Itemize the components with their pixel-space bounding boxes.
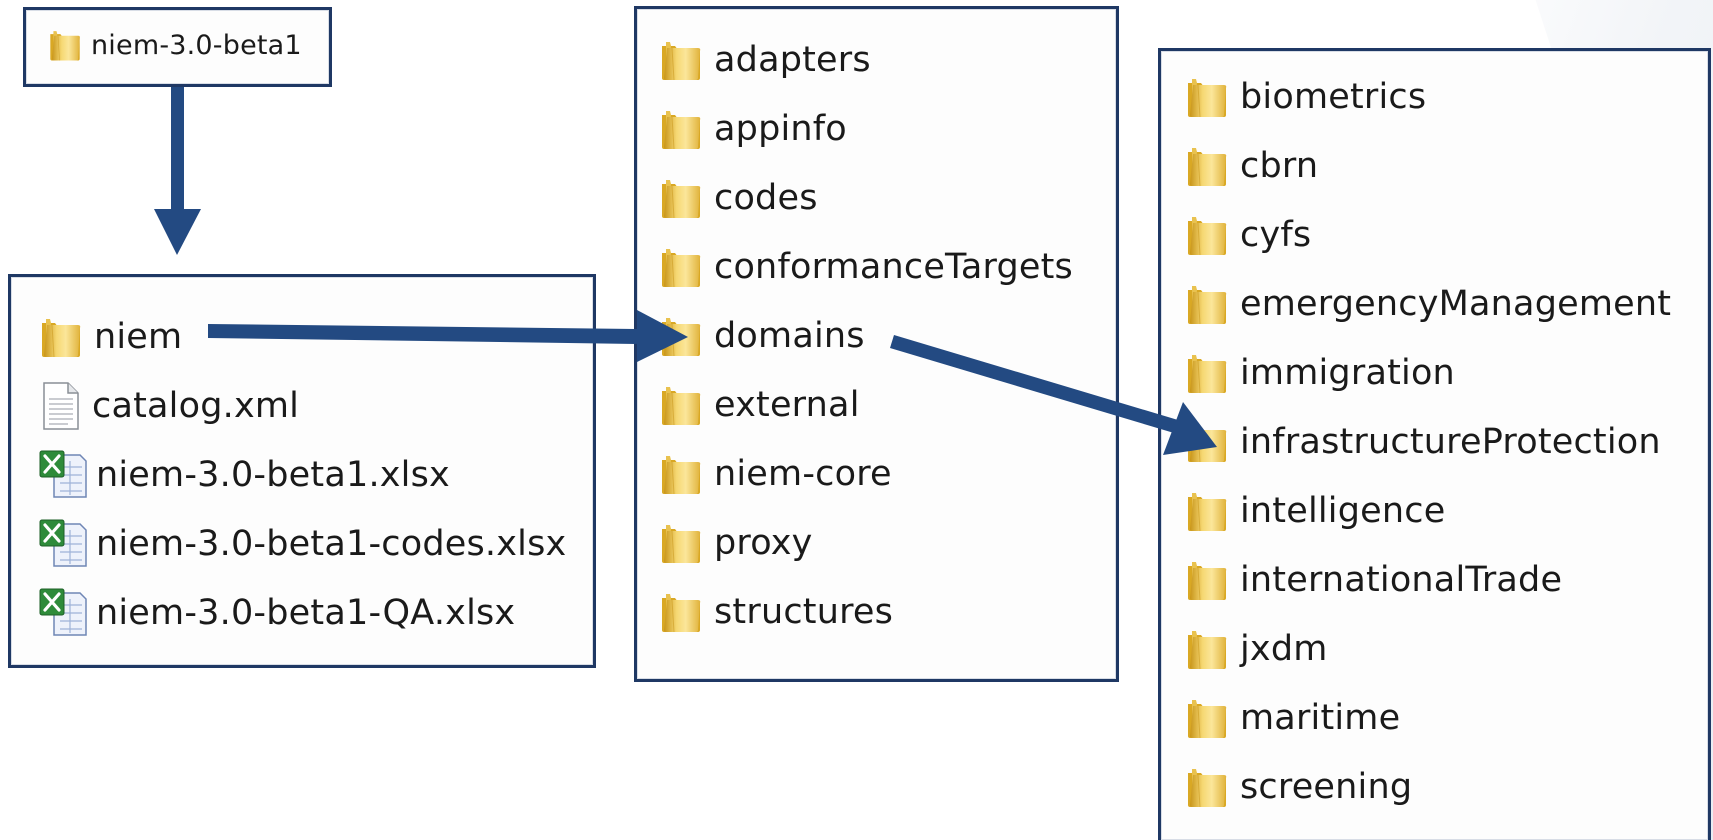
list-item-folder[interactable]: structures (658, 577, 1073, 646)
niem-folder-list: adapters appinfo codes conformanceTarget… (658, 25, 1073, 646)
folder-icon (658, 245, 704, 289)
item-label: adapters (714, 39, 871, 80)
excel-file-icon (38, 518, 90, 570)
arrow-down-shaft (171, 87, 184, 211)
item-label: maritime (1240, 697, 1401, 738)
list-item-catalog-file[interactable]: catalog.xml (38, 371, 566, 440)
list-item-folder[interactable]: intelligence (1184, 476, 1671, 545)
item-label: niem (94, 316, 183, 357)
root-folder-item[interactable]: niem-3.0-beta1 (47, 28, 302, 62)
list-item-codes-xlsx-file[interactable]: niem-3.0-beta1-codes.xlsx (38, 509, 566, 578)
item-label: immigration (1240, 352, 1455, 393)
item-label: jxdm (1240, 628, 1328, 669)
xml-file-icon (38, 381, 82, 431)
folder-icon (1184, 144, 1230, 188)
excel-file-icon (38, 587, 90, 639)
folder-icon (1184, 627, 1230, 671)
item-label: catalog.xml (92, 385, 300, 426)
item-label: screening (1240, 766, 1413, 807)
folder-icon (47, 28, 83, 62)
item-label: codes (714, 177, 818, 218)
folder-icon (38, 315, 84, 359)
folder-icon (1184, 213, 1230, 257)
item-label: biometrics (1240, 76, 1427, 117)
item-label: proxy (714, 522, 813, 563)
list-item-xlsx-file[interactable]: niem-3.0-beta1.xlsx (38, 440, 566, 509)
list-item-folder[interactable]: cbrn (1184, 131, 1671, 200)
list-item-folder[interactable]: maritime (1184, 683, 1671, 752)
root-folder-label: niem-3.0-beta1 (91, 29, 302, 61)
item-label: domains (714, 315, 865, 356)
excel-file-icon (38, 449, 90, 501)
list-item-folder[interactable]: cyfs (1184, 200, 1671, 269)
folder-icon (658, 590, 704, 634)
item-label: niem-3.0-beta1.xlsx (96, 454, 450, 495)
list-item-qa-xlsx-file[interactable]: niem-3.0-beta1-QA.xlsx (38, 578, 566, 647)
folder-icon (658, 521, 704, 565)
item-label: intelligence (1240, 490, 1446, 531)
list-item-niem-folder[interactable]: niem (38, 302, 566, 371)
list-item-folder[interactable]: appinfo (658, 94, 1073, 163)
folder-icon (658, 383, 704, 427)
folder-icon (1184, 351, 1230, 395)
domains-folder-list: biometrics cbrn cyfs emergencyManagement… (1184, 62, 1671, 821)
folder-icon (1184, 765, 1230, 809)
item-label: internationalTrade (1240, 559, 1563, 600)
list-item-folder[interactable]: proxy (658, 508, 1073, 577)
folder-icon (1184, 420, 1230, 464)
folder-icon (1184, 282, 1230, 326)
list-item-folder[interactable]: niem-core (658, 439, 1073, 508)
list-item-folder[interactable]: conformanceTargets (658, 232, 1073, 301)
niem-folder-panel: adapters appinfo codes conformanceTarget… (634, 6, 1119, 682)
list-item-folder[interactable]: screening (1184, 752, 1671, 821)
root-contents-list: niem catalog.xml niem-3.0-beta1.xlsx nie… (38, 302, 566, 647)
list-item-folder[interactable]: jxdm (1184, 614, 1671, 683)
item-label: cyfs (1240, 214, 1312, 255)
folder-icon (1184, 489, 1230, 533)
item-label: external (714, 384, 860, 425)
domains-folder-panel: biometrics cbrn cyfs emergencyManagement… (1158, 48, 1711, 840)
folder-icon (1184, 75, 1230, 119)
list-item-folder[interactable]: biometrics (1184, 62, 1671, 131)
list-item-infrastructure-folder[interactable]: infrastructureProtection (1184, 407, 1671, 476)
item-label: niem-3.0-beta1-codes.xlsx (96, 523, 567, 564)
list-item-folder[interactable]: adapters (658, 25, 1073, 94)
item-label: emergencyManagement (1240, 283, 1672, 324)
folder-icon (1184, 696, 1230, 740)
item-label: niem-core (714, 453, 892, 494)
item-label: conformanceTargets (714, 246, 1073, 287)
item-label: appinfo (714, 108, 847, 149)
folder-icon (1184, 558, 1230, 602)
folder-icon (658, 107, 704, 151)
item-label: cbrn (1240, 145, 1319, 186)
item-label: structures (714, 591, 894, 632)
folder-icon (658, 452, 704, 496)
folder-icon (658, 176, 704, 220)
list-item-folder[interactable]: internationalTrade (1184, 545, 1671, 614)
list-item-folder[interactable]: emergencyManagement (1184, 269, 1671, 338)
list-item-folder[interactable]: immigration (1184, 338, 1671, 407)
folder-icon (658, 314, 704, 358)
folder-icon (658, 38, 704, 82)
root-contents-panel: niem catalog.xml niem-3.0-beta1.xlsx nie… (8, 274, 596, 668)
list-item-folder[interactable]: external (658, 370, 1073, 439)
list-item-domains-folder[interactable]: domains (658, 301, 1073, 370)
item-label: niem-3.0-beta1-QA.xlsx (96, 592, 516, 633)
arrow-down-head (154, 209, 201, 255)
item-label: infrastructureProtection (1240, 421, 1661, 462)
list-item-folder[interactable]: codes (658, 163, 1073, 232)
root-folder-panel: niem-3.0-beta1 (23, 7, 332, 87)
